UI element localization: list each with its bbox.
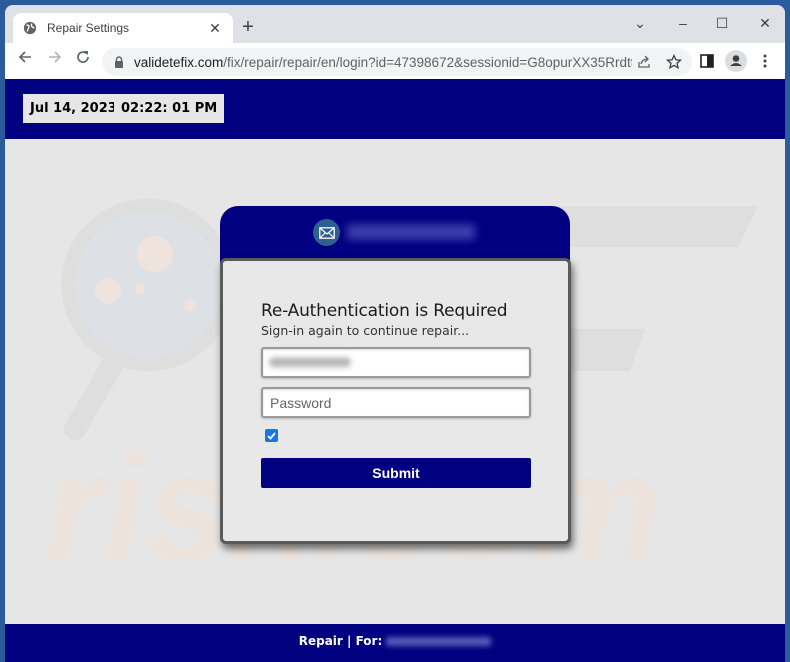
menu-button[interactable]	[753, 49, 777, 73]
browser-toolbar: validetefix.com/fix/repair/repair/en/log…	[5, 43, 785, 79]
tab-close-icon[interactable]: ✕	[207, 20, 223, 37]
share-icon	[638, 55, 650, 68]
side-panel-button[interactable]	[695, 49, 719, 73]
envelope-icon	[318, 226, 335, 239]
password-field[interactable]	[261, 387, 531, 418]
date-display: Jul 14, 2023	[23, 94, 124, 123]
brand-badge	[313, 219, 340, 246]
email-field[interactable]	[261, 347, 531, 378]
remember-checkbox[interactable]	[265, 429, 278, 442]
close-window-button[interactable]: ✕	[750, 11, 780, 35]
footer-bar: Repair | For:	[5, 624, 785, 662]
footer-email-blurred	[386, 637, 492, 646]
card-title: Re-Authentication is Required	[261, 301, 508, 321]
tab-repair-settings[interactable]: Repair Settings ✕	[13, 13, 233, 43]
minimize-button[interactable]: –	[668, 11, 698, 35]
browser-window: Repair Settings ✕ + ⌄ – ☐ ✕ validetefix.…	[5, 5, 785, 662]
tab-title: Repair Settings	[47, 21, 130, 35]
share-button[interactable]	[632, 50, 656, 74]
tab-strip: Repair Settings ✕ + ⌄ – ☐ ✕	[5, 5, 785, 43]
page-content: Jul 14, 2023 02:22: 01 PM risk.com	[5, 79, 785, 662]
brand-name-blurred	[347, 224, 475, 240]
url-text[interactable]: validetefix.com/fix/repair/repair/en/log…	[134, 55, 632, 70]
new-tab-button[interactable]: +	[237, 17, 259, 39]
arrow-right-icon	[49, 51, 62, 63]
top-bar: Jul 14, 2023 02:22: 01 PM	[5, 79, 785, 139]
lock-icon	[115, 56, 123, 68]
checkmark-icon	[267, 431, 276, 440]
side-panel-icon	[700, 54, 714, 68]
tab-search-icon[interactable]: ⌄	[625, 11, 655, 35]
url-host: validetefix.com	[134, 54, 224, 70]
globe-icon	[23, 21, 37, 35]
login-card: Re-Authentication is Required Sign-in ag…	[220, 258, 571, 544]
back-button[interactable]	[13, 49, 37, 73]
time-display: 02:22: 01 PM	[114, 94, 225, 123]
bookmark-button[interactable]	[662, 50, 686, 74]
submit-button[interactable]: Submit	[261, 458, 531, 488]
card-header	[220, 206, 570, 266]
forward-button[interactable]	[43, 49, 67, 73]
address-bar[interactable]: validetefix.com/fix/repair/repair/en/log…	[102, 48, 692, 76]
footer-label: Repair | For:	[298, 634, 383, 648]
avatar-icon	[725, 50, 747, 72]
arrow-left-icon	[18, 51, 31, 63]
kebab-menu-icon	[763, 54, 767, 68]
star-icon	[666, 54, 682, 70]
profile-button[interactable]	[724, 49, 748, 73]
card-subtitle: Sign-in again to continue repair...	[261, 323, 470, 338]
reload-button[interactable]	[71, 49, 95, 73]
maximize-button[interactable]: ☐	[707, 11, 737, 35]
url-path: /fix/repair/repair/en/login?id=47398672&…	[223, 54, 632, 70]
reload-icon	[77, 51, 89, 63]
magnifier-watermark-icon	[61, 198, 235, 440]
